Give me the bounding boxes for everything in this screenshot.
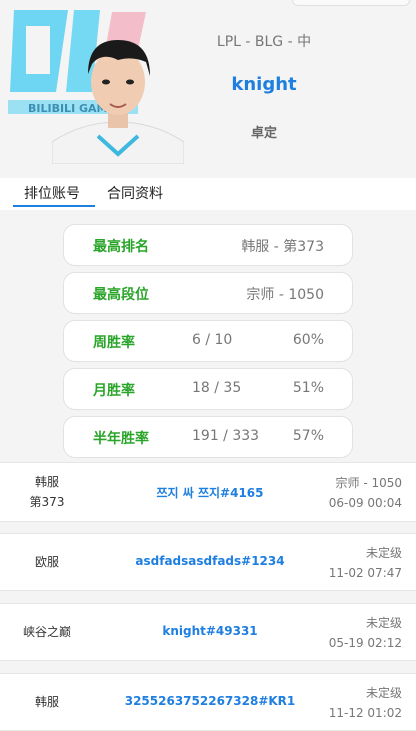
account-row[interactable]: 韩服 3255263752267328#KR1 未定级 11-12 01:02 (0, 673, 416, 731)
player-status: 卓定 (250, 126, 277, 141)
tab-contract-info[interactable]: 合同资料 (107, 183, 163, 203)
stat-record: 18 / 35 (192, 380, 242, 396)
stat-rate: 60% (292, 332, 324, 348)
account-rank: 宗师 - 1050 (335, 476, 403, 490)
player-name: knight (231, 74, 297, 95)
stat-highest-rank: 最高排名 韩服 - 第373 (63, 224, 353, 266)
stats-section: 最高排名 韩服 - 第373 最高段位 宗师 - 1050 周胜率 6 / 10… (0, 210, 416, 462)
server-name: 韩服 (34, 475, 59, 489)
top-search-pill[interactable] (292, 0, 410, 6)
account-rank: 未定级 (365, 546, 402, 560)
tab-ranked-accounts[interactable]: 排位账号 (24, 183, 80, 203)
account-rank: 未定级 (365, 686, 402, 700)
player-photo (52, 40, 184, 164)
account-name[interactable]: asdfadsasdfads#1234 (100, 554, 320, 568)
account-row[interactable]: 韩服 第373 쯔지 싸 쯔지#4165 宗师 - 1050 06-09 00:… (0, 462, 416, 522)
account-server: 韩服 (34, 695, 59, 709)
account-name[interactable]: 3255263752267328#KR1 (100, 694, 320, 708)
league-team-role: LPL - BLG - 中 (216, 34, 312, 50)
stat-halfyear-winrate: 半年胜率 191 / 333 57% (63, 416, 353, 458)
tab-bar: 排位账号 合同资料 (0, 178, 416, 210)
stat-label: 半年胜率 (93, 431, 149, 447)
stat-value: 韩服 - 第373 (241, 239, 324, 255)
account-rank: 未定级 (365, 616, 402, 630)
account-updated-time: 11-02 07:47 (328, 566, 402, 580)
account-updated-time: 05-19 02:12 (328, 636, 402, 650)
stat-label: 最高段位 (93, 287, 149, 303)
active-tab-indicator (13, 205, 95, 207)
account-name[interactable]: 쯔지 싸 쯔지#4165 (100, 484, 320, 501)
stat-label: 月胜率 (93, 383, 135, 399)
account-updated-time: 06-09 00:04 (328, 496, 402, 510)
server-rank: 第373 (29, 495, 65, 509)
account-server: 峡谷之巅 (22, 625, 71, 639)
stat-record: 191 / 333 (192, 428, 260, 444)
account-server: 韩服 第373 (8, 472, 86, 512)
stat-week-winrate: 周胜率 6 / 10 60% (63, 320, 353, 362)
account-list: 韩服 第373 쯔지 싸 쯔지#4165 宗师 - 1050 06-09 00:… (0, 462, 416, 731)
stat-rate: 51% (292, 380, 324, 396)
account-name[interactable]: knight#49331 (100, 624, 320, 638)
stat-record: 6 / 10 (192, 332, 233, 348)
stat-month-winrate: 月胜率 18 / 35 51% (63, 368, 353, 410)
stat-value: 宗师 - 1050 (246, 287, 324, 303)
account-server: 欧服 (34, 555, 59, 569)
stat-label: 最高排名 (93, 239, 149, 255)
stat-highest-tier: 最高段位 宗师 - 1050 (63, 272, 353, 314)
account-row[interactable]: 峡谷之巅 knight#49331 未定级 05-19 02:12 (0, 603, 416, 661)
stat-label: 周胜率 (93, 335, 135, 351)
account-row[interactable]: 欧服 asdfadsasdfads#1234 未定级 11-02 07:47 (0, 533, 416, 591)
stat-rate: 57% (292, 428, 324, 444)
player-header: BILIBILI GAMING LPL - BLG - 中 knight 卓定 (0, 0, 416, 178)
account-updated-time: 11-12 01:02 (328, 706, 402, 720)
